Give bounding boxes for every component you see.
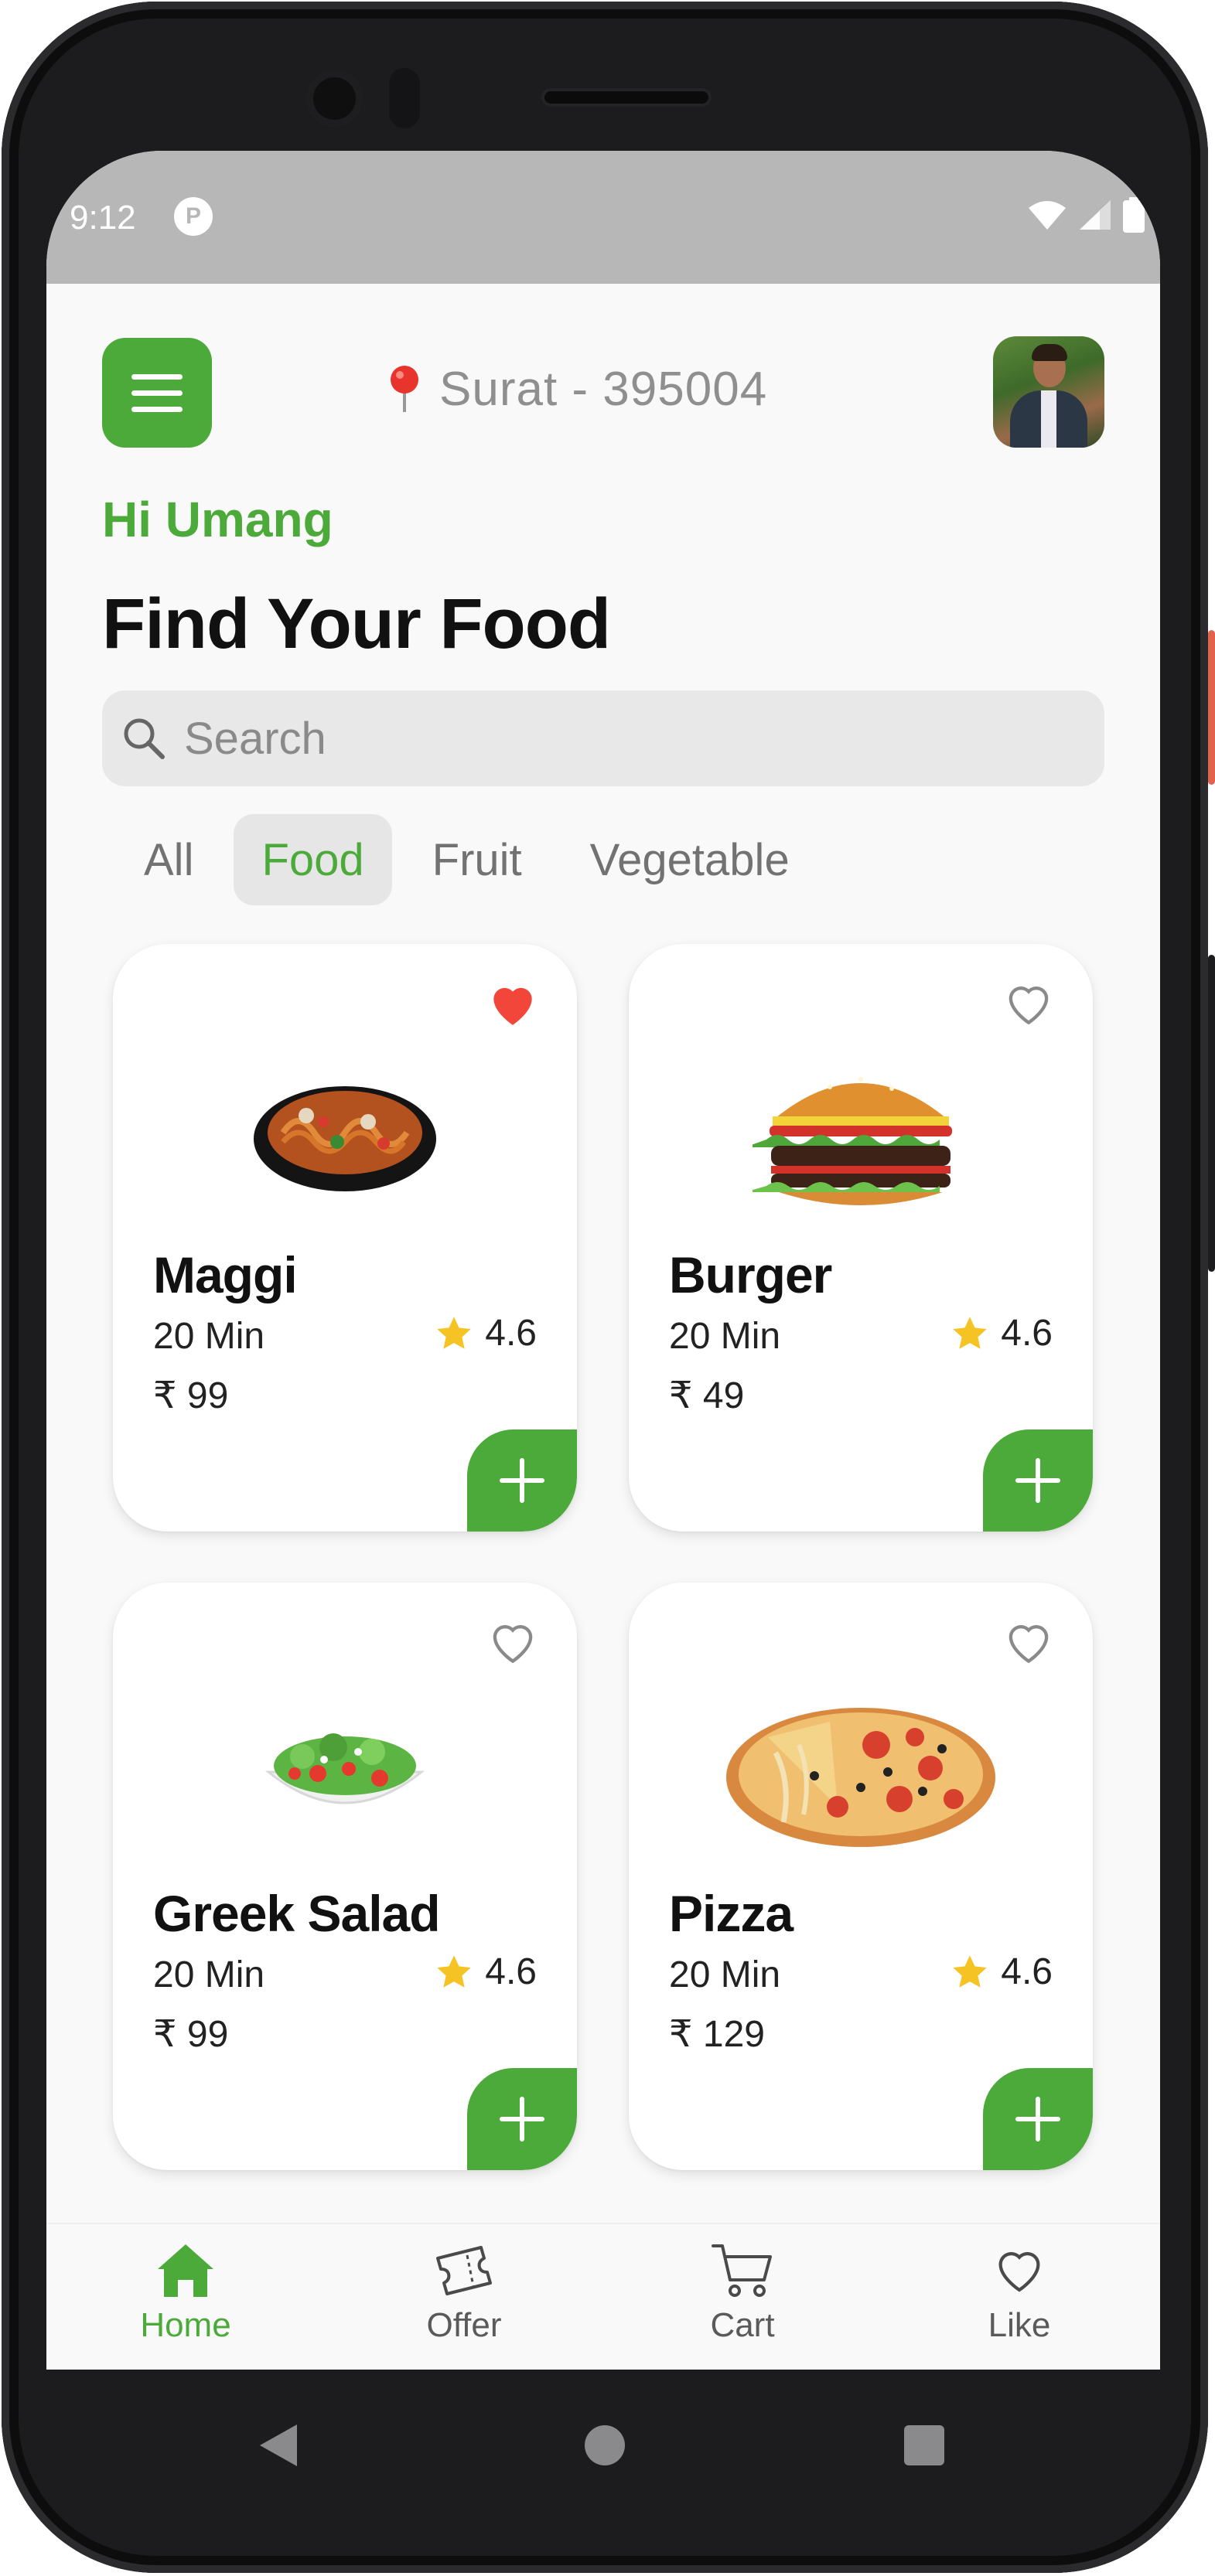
food-card[interactable]: Burger 20 Min 4.6 ₹ 49 bbox=[629, 944, 1093, 1532]
location-pin-icon bbox=[391, 366, 418, 412]
side-button bbox=[1208, 955, 1215, 1272]
food-card[interactable]: Pizza 20 Min 4.6 ₹ 129 bbox=[629, 1583, 1093, 2170]
earpiece-speaker bbox=[541, 88, 712, 107]
nav-home[interactable]: Home bbox=[108, 2240, 263, 2345]
food-name: Greek Salad bbox=[153, 1885, 441, 1942]
tab-food[interactable]: Food bbox=[234, 814, 392, 905]
recents-icon[interactable] bbox=[903, 2424, 945, 2466]
add-to-cart-button[interactable] bbox=[983, 1429, 1093, 1532]
food-price: ₹ 99 bbox=[153, 2014, 229, 2055]
proximity-sensor bbox=[389, 68, 420, 128]
heart-icon bbox=[998, 2252, 1040, 2292]
plus-icon bbox=[1015, 1458, 1060, 1503]
food-card[interactable]: Greek Salad 20 Min 4.6 ₹ 99 bbox=[113, 1583, 577, 2170]
greek-salad-image bbox=[113, 1699, 577, 1845]
plus-icon bbox=[500, 2097, 544, 2142]
app-screen: 9:12 P Surat - 395004 Hi Umang Find Your… bbox=[46, 151, 1160, 2370]
status-time: 9:12 bbox=[70, 199, 136, 237]
heart-outline-icon[interactable] bbox=[1000, 1613, 1057, 1671]
plus-icon bbox=[500, 1458, 544, 1503]
star-icon bbox=[953, 1954, 987, 1988]
plus-icon bbox=[1015, 2097, 1060, 2142]
wifi-icon bbox=[1029, 201, 1066, 230]
tab-vegetable[interactable]: Vegetable bbox=[562, 814, 817, 905]
maggi-noodles-image bbox=[113, 1060, 577, 1207]
page-title: Find Your Food bbox=[102, 584, 611, 663]
heart-filled-icon[interactable] bbox=[484, 975, 541, 1032]
food-rating: 4.6 bbox=[950, 1951, 1053, 1993]
home-icon bbox=[158, 2244, 213, 2297]
back-icon[interactable] bbox=[258, 2423, 299, 2468]
nav-offer[interactable]: Offer bbox=[387, 2240, 541, 2345]
burger-image bbox=[629, 1060, 1093, 1207]
battery-icon bbox=[1123, 197, 1145, 233]
star-icon bbox=[437, 1954, 471, 1988]
heart-outline-icon[interactable] bbox=[1000, 975, 1057, 1032]
pizza-image bbox=[629, 1699, 1093, 1847]
food-time: 20 Min bbox=[669, 1954, 781, 1995]
food-price: ₹ 49 bbox=[669, 1375, 745, 1416]
food-name: Burger bbox=[669, 1246, 832, 1303]
food-name: Maggi bbox=[153, 1246, 298, 1303]
location-selector[interactable]: Surat - 395004 bbox=[387, 358, 767, 420]
food-rating: 4.6 bbox=[434, 1312, 537, 1354]
tab-all[interactable]: All bbox=[116, 814, 221, 905]
food-name: Pizza bbox=[669, 1885, 794, 1942]
add-to-cart-button[interactable] bbox=[467, 2068, 577, 2170]
greeting: Hi Umang bbox=[102, 492, 333, 547]
food-card[interactable]: Maggi 20 Min 4.6 ₹ 99 bbox=[113, 944, 577, 1532]
side-button bbox=[1208, 630, 1215, 785]
category-tabs: All Food Fruit Vegetable bbox=[116, 814, 817, 905]
food-price: ₹ 129 bbox=[669, 2014, 765, 2055]
front-camera bbox=[305, 70, 363, 128]
food-time: 20 Min bbox=[153, 1954, 265, 1995]
home-circle-icon[interactable] bbox=[584, 2424, 626, 2466]
avatar[interactable] bbox=[993, 336, 1104, 448]
food-rating: 4.6 bbox=[950, 1312, 1053, 1354]
signal-icon bbox=[1080, 200, 1111, 230]
cart-icon bbox=[712, 2244, 772, 2297]
bottom-navigation: Home Offer Cart Like bbox=[46, 2223, 1160, 2370]
star-icon bbox=[437, 1316, 471, 1349]
pocket-casts-icon: P bbox=[174, 197, 213, 236]
location-text: Surat - 395004 bbox=[439, 362, 768, 416]
status-bar: 9:12 P bbox=[46, 151, 1160, 284]
nav-cart[interactable]: Cart bbox=[665, 2240, 820, 2345]
add-to-cart-button[interactable] bbox=[983, 2068, 1093, 2170]
food-time: 20 Min bbox=[153, 1316, 265, 1357]
food-time: 20 Min bbox=[669, 1316, 781, 1357]
nav-like[interactable]: Like bbox=[942, 2240, 1097, 2345]
ticket-icon bbox=[436, 2246, 492, 2295]
menu-button[interactable] bbox=[102, 338, 212, 448]
add-to-cart-button[interactable] bbox=[467, 1429, 577, 1532]
star-icon bbox=[953, 1316, 987, 1349]
food-rating: 4.6 bbox=[434, 1951, 537, 1993]
heart-outline-icon[interactable] bbox=[484, 1613, 541, 1671]
tab-fruit[interactable]: Fruit bbox=[404, 814, 550, 905]
status-icons bbox=[1027, 197, 1145, 233]
food-price: ₹ 99 bbox=[153, 1375, 229, 1416]
search-icon bbox=[124, 718, 165, 759]
search-bar[interactable] bbox=[102, 690, 1104, 786]
search-input[interactable] bbox=[183, 711, 1036, 765]
menu-icon bbox=[131, 373, 183, 380]
